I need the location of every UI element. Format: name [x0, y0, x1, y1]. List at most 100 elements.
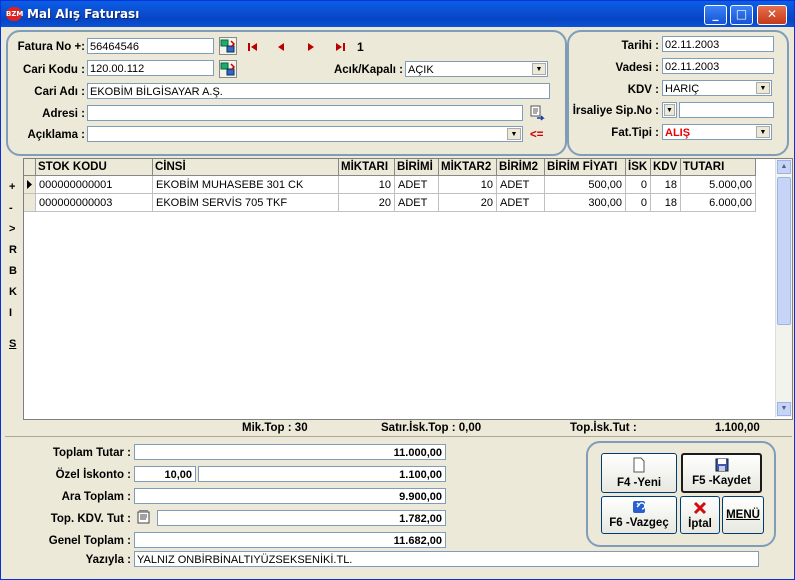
chevron-down-icon[interactable]: ▼ — [507, 128, 521, 140]
column-header[interactable]: KDV — [651, 159, 681, 176]
first-record-icon[interactable] — [247, 42, 259, 55]
prev-record-icon[interactable] — [276, 42, 286, 55]
table-cell[interactable]: ADET — [395, 194, 439, 212]
side-b-button[interactable]: B — [9, 265, 17, 277]
table-cell[interactable]: 5.000,00 — [681, 176, 756, 194]
table-cell[interactable]: EKOBİM MUHASEBE 301 CK — [153, 176, 339, 194]
aciklama-arrow[interactable]: <= — [530, 129, 543, 141]
column-header[interactable]: MİKTAR2 — [439, 159, 497, 176]
genel-toplam-field[interactable]: 11.682,00 — [134, 532, 446, 548]
row-indicator — [24, 194, 36, 212]
table-cell[interactable]: 0 — [626, 194, 651, 212]
ozel-iskonto-pct-field[interactable]: 10,00 — [134, 466, 196, 482]
notepad-icon — [137, 510, 150, 524]
side-add-button[interactable]: + — [9, 181, 15, 193]
table-scrollbar[interactable]: ▲ ▼ — [775, 159, 792, 417]
table-cell[interactable]: 10 — [439, 176, 497, 194]
column-header[interactable]: CİNSİ — [153, 159, 339, 176]
table-cell[interactable]: 300,00 — [545, 194, 626, 212]
table-cell[interactable]: ADET — [395, 176, 439, 194]
lookup-icon — [220, 62, 236, 76]
iptal-button[interactable]: İptal — [680, 496, 720, 534]
irsaliye-label: İrsaliye Sip.No : — [572, 105, 659, 117]
cari-adi-label: Cari Adı : — [34, 86, 85, 98]
scroll-down-icon[interactable]: ▼ — [777, 402, 791, 416]
chevron-down-icon[interactable]: ▼ — [756, 126, 770, 138]
toplam-tutar-label: Toplam Tutar : — [52, 447, 131, 459]
menu-button[interactable]: MENÜ — [722, 496, 764, 534]
table-cell[interactable]: 20 — [339, 194, 395, 212]
window-title: Mal Alış Faturası — [27, 7, 140, 21]
table-cell[interactable]: 000000000001 — [36, 176, 153, 194]
table-cell[interactable]: 20 — [439, 194, 497, 212]
save-button[interactable]: F5 -Kaydet — [681, 453, 762, 493]
column-header[interactable]: İSK — [626, 159, 651, 176]
aciklama-select[interactable]: ▼ — [87, 126, 523, 142]
table-cell[interactable]: 6.000,00 — [681, 194, 756, 212]
chevron-down-icon[interactable]: ▼ — [756, 82, 770, 94]
address-edit-button[interactable] — [529, 105, 547, 123]
scroll-thumb[interactable] — [777, 177, 791, 325]
current-row-indicator-icon — [24, 176, 36, 194]
chevron-down-icon[interactable]: ▼ — [664, 104, 675, 116]
side-remove-button[interactable]: - — [9, 202, 13, 214]
column-header[interactable]: BİRİM2 — [497, 159, 545, 176]
fat-tipi-select[interactable]: ALIŞ ▼ — [662, 124, 772, 140]
cari-kodu-field[interactable]: 120.00.112 — [87, 60, 214, 76]
table-cell[interactable]: 18 — [651, 176, 681, 194]
side-i-button[interactable]: I — [9, 307, 12, 319]
title-bar[interactable]: BZM Mal Alış Faturası _ □ ✕ — [1, 1, 794, 27]
vadesi-field[interactable]: 02.11.2003 — [662, 58, 774, 74]
table-cell[interactable]: 18 — [651, 194, 681, 212]
maximize-button[interactable]: □ — [730, 5, 753, 25]
irsaliye-dropdown[interactable]: ▼ — [662, 102, 677, 118]
fatura-no-field[interactable]: 56464546 — [87, 38, 214, 54]
adresi-field[interactable] — [87, 105, 523, 121]
toplam-tutar-field[interactable]: 11.000,00 — [134, 444, 446, 460]
cari-adi-field[interactable]: EKOBİM BİLGİSAYAR A.Ş. — [87, 83, 550, 99]
next-record-icon[interactable] — [306, 42, 316, 55]
fatura-lookup-button[interactable] — [219, 37, 237, 55]
column-header[interactable]: TUTARI — [681, 159, 756, 176]
top-kdv-field[interactable]: 1.782,00 — [157, 510, 446, 526]
column-header[interactable]: BİRİM FİYATI — [545, 159, 626, 176]
side-next-button[interactable]: > — [9, 223, 15, 235]
last-record-icon[interactable] — [334, 42, 346, 55]
column-header[interactable]: BİRİMİ — [395, 159, 439, 176]
lookup-icon — [220, 39, 236, 53]
table-cell[interactable]: ADET — [497, 194, 545, 212]
new-button[interactable]: F4 -Yeni — [601, 453, 677, 493]
cancel-button[interactable]: F6 -Vazgeç — [601, 496, 677, 534]
cari-kodu-label: Cari Kodu : — [23, 64, 85, 76]
aciklama-label: Açıklama : — [27, 129, 85, 141]
kdv-detail-button[interactable] — [136, 509, 154, 527]
table-cell[interactable]: EKOBİM SERVİS 705 TKF — [153, 194, 339, 212]
new-button-label: F4 -Yeni — [616, 477, 662, 489]
minimize-button[interactable]: _ — [704, 5, 727, 25]
yaziyla-field[interactable]: YALNIZ ONBİRBİNALTIYÜZSEKSENİKİ.TL. — [134, 551, 759, 567]
chevron-down-icon[interactable]: ▼ — [532, 63, 546, 75]
tarihi-field[interactable]: 02.11.2003 — [662, 36, 774, 52]
table-cell[interactable]: 0 — [626, 176, 651, 194]
kdv-select[interactable]: HARIÇ ▼ — [662, 80, 772, 96]
table-cell[interactable]: 500,00 — [545, 176, 626, 194]
column-header[interactable]: STOK KODU — [36, 159, 153, 176]
ara-toplam-field[interactable]: 9.900,00 — [134, 488, 446, 504]
scroll-up-icon[interactable]: ▲ — [777, 160, 791, 174]
record-number: 1 — [357, 40, 364, 54]
table-cell[interactable]: ADET — [497, 176, 545, 194]
close-button[interactable]: ✕ — [757, 5, 787, 25]
column-header[interactable]: MİKTARI — [339, 159, 395, 176]
mik-top: Mik.Top : 30 — [242, 422, 308, 434]
side-k-button[interactable]: K — [9, 286, 17, 298]
table-cell[interactable]: 10 — [339, 176, 395, 194]
irsaliye-field[interactable] — [679, 102, 774, 118]
table-cell[interactable]: 000000000003 — [36, 194, 153, 212]
acik-kapali-select[interactable]: AÇIK ▼ — [405, 61, 548, 77]
items-table[interactable]: STOK KODU CİNSİ MİKTARI BİRİMİ MİKTAR2 B… — [23, 158, 793, 420]
side-r-button[interactable]: R — [9, 244, 17, 256]
ozel-iskonto-field[interactable]: 1.100,00 — [198, 466, 446, 482]
undo-icon — [633, 501, 646, 513]
side-s-button[interactable]: S — [9, 338, 16, 350]
cari-lookup-button[interactable] — [219, 60, 237, 78]
